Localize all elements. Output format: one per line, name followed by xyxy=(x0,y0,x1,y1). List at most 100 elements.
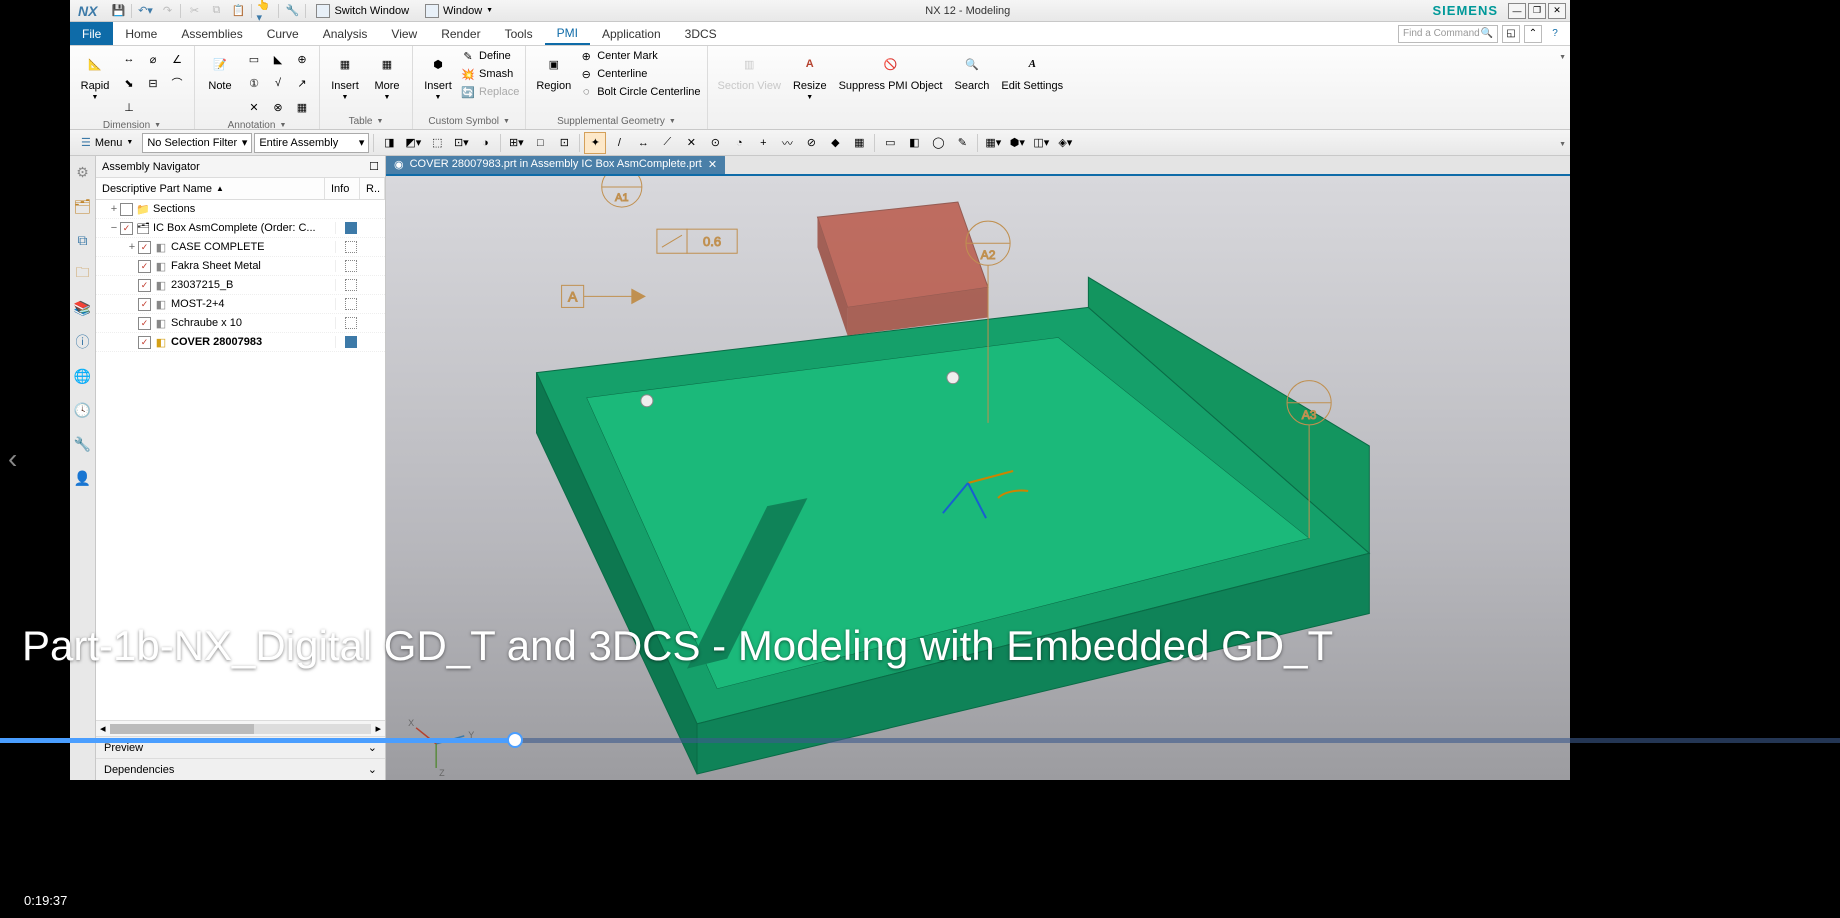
find-command-input[interactable]: Find a Command 🔍 xyxy=(1398,25,1498,43)
center-mark-button[interactable]: ⊕Center Mark xyxy=(579,48,700,64)
selection-filter-dropdown[interactable]: No Selection Filter▾ xyxy=(142,133,252,153)
roles-tab[interactable]: 👤 xyxy=(73,468,93,488)
process-studio-tab[interactable]: 🔧 xyxy=(73,434,93,454)
tb-snap-quadrant[interactable]: ◔ xyxy=(728,132,750,154)
feature-control-frame-icon[interactable]: ▭ xyxy=(243,48,265,70)
constraint-navigator-tab[interactable]: ⧉ xyxy=(73,230,93,250)
tb-display-2[interactable]: ⬢▾ xyxy=(1006,132,1028,154)
edit-settings-button[interactable]: AEdit Settings xyxy=(997,48,1067,94)
tb-icon-1[interactable]: ◨ xyxy=(378,132,400,154)
undo-icon[interactable]: ↶▾ xyxy=(136,2,154,20)
define-symbol-button[interactable]: ✎Define xyxy=(461,48,519,64)
tb-snap-existing[interactable]: + xyxy=(752,132,774,154)
minimize-button[interactable]: — xyxy=(1508,3,1526,19)
rapid-dimension-button[interactable]: 📐 Rapid ▼ xyxy=(76,48,114,103)
more-table-button[interactable]: ▦ More ▼ xyxy=(368,48,406,103)
dropdown-icon[interactable]: ▼ xyxy=(376,118,383,125)
tree-row[interactable]: +✓◧CASE COMPLETE xyxy=(96,238,385,257)
tree-row[interactable]: ✓◧MOST-2+4 xyxy=(96,295,385,314)
checkbox[interactable]: ✓ xyxy=(138,298,151,311)
copy-icon[interactable]: ⧉ xyxy=(207,2,225,20)
angular-dim-icon[interactable]: ∠ xyxy=(166,48,188,70)
datum-target-icon[interactable]: ⊕ xyxy=(291,48,313,70)
smash-symbol-button[interactable]: 💥Smash xyxy=(461,66,519,82)
scroll-right-icon[interactable]: ▸ xyxy=(375,722,381,735)
ribbon-options-icon[interactable]: ▼ xyxy=(1559,54,1566,61)
tb-icon-6[interactable]: ⊞▾ xyxy=(505,132,527,154)
checkbox[interactable] xyxy=(120,203,133,216)
help-icon[interactable]: ? xyxy=(1546,25,1564,43)
insert-table-button[interactable]: ▦ Insert ▼ xyxy=(326,48,364,103)
arc-dim-icon[interactable]: ⌒ xyxy=(166,72,188,94)
tree-row[interactable]: ✓◧Fakra Sheet Metal xyxy=(96,257,385,276)
redo-icon[interactable]: ↷ xyxy=(158,2,176,20)
tb-view-2[interactable]: ◧ xyxy=(903,132,925,154)
menu-analysis[interactable]: Analysis xyxy=(311,22,380,45)
part-navigator-tab[interactable]: 🗀 xyxy=(73,264,93,284)
tb-snap-intersection[interactable]: ✕ xyxy=(680,132,702,154)
carousel-prev-button[interactable]: ‹ xyxy=(8,443,17,475)
scope-filter-dropdown[interactable]: Entire Assembly▾ xyxy=(254,133,369,153)
tb-snap-general[interactable]: ✦ xyxy=(584,132,606,154)
video-progress-bar[interactable] xyxy=(0,738,1840,743)
web-browser-tab[interactable]: 🌐 xyxy=(73,366,93,386)
close-tab-icon[interactable]: ✕ xyxy=(708,158,717,171)
dropdown-icon[interactable]: ▼ xyxy=(669,118,676,125)
checkbox[interactable]: ✓ xyxy=(138,279,151,292)
switch-window-button[interactable]: Switch Window xyxy=(310,4,415,18)
tb-display-1[interactable]: ▦▾ xyxy=(982,132,1004,154)
restore-ribbon-icon[interactable]: ◱ xyxy=(1502,25,1520,43)
tb-icon-3[interactable]: ⬚ xyxy=(426,132,448,154)
dropdown-icon[interactable]: ▼ xyxy=(279,122,286,129)
tb-icon-4[interactable]: ⊡▾ xyxy=(450,132,472,154)
toolbar-options-icon[interactable]: ▼ xyxy=(1559,141,1566,148)
render-settings-icon[interactable]: 🔧 xyxy=(283,2,301,20)
menu-render[interactable]: Render xyxy=(429,22,492,45)
checkbox[interactable]: ✓ xyxy=(120,222,133,235)
tb-view-1[interactable]: ▭ xyxy=(879,132,901,154)
tree-row[interactable]: −✓🗂IC Box AsmComplete (Order: C... xyxy=(96,219,385,238)
touch-mode-icon[interactable]: 👆▾ xyxy=(256,2,274,20)
section-view-button[interactable]: ▥Section View xyxy=(714,48,785,94)
menu-view[interactable]: View xyxy=(379,22,429,45)
note-button[interactable]: 📝 Note xyxy=(201,48,239,94)
tb-snap-endpoint[interactable]: / xyxy=(608,132,630,154)
linear-dim-icon[interactable]: ↔ xyxy=(118,48,140,70)
search-button[interactable]: 🔍Search xyxy=(951,48,994,94)
menu-tools[interactable]: Tools xyxy=(493,22,545,45)
menu-application[interactable]: Application xyxy=(590,22,673,45)
pin-icon[interactable]: ☐ xyxy=(369,160,379,173)
graphics-viewport[interactable]: ◉ COVER 28007983.prt in Assembly IC Box … xyxy=(386,156,1570,780)
tb-display-3[interactable]: ◫▾ xyxy=(1030,132,1052,154)
insert-symbol-button[interactable]: ⬢ Insert ▼ xyxy=(419,48,457,103)
radial-dim-icon[interactable]: ⌀ xyxy=(142,48,164,70)
checkbox[interactable]: ✓ xyxy=(138,336,151,349)
restore-button[interactable]: ❐ xyxy=(1528,3,1546,19)
menu-curve[interactable]: Curve xyxy=(255,22,311,45)
history-tab[interactable]: 🕓 xyxy=(73,400,93,420)
tree-row[interactable]: ✓◧COVER 28007983 xyxy=(96,333,385,352)
thickness-dim-icon[interactable]: ⊟ xyxy=(142,72,164,94)
tb-icon-7[interactable]: □ xyxy=(529,132,551,154)
menu-pmi[interactable]: PMI xyxy=(545,22,590,45)
dropdown-icon[interactable]: ▼ xyxy=(503,118,510,125)
gear-icon[interactable]: ⚙ xyxy=(73,162,93,182)
suppress-button[interactable]: 🚫Suppress PMI Object xyxy=(835,48,947,94)
col-header-info[interactable]: Info xyxy=(325,178,360,199)
hatch-icon[interactable]: ▦ xyxy=(291,96,313,118)
tb-snap-arc-center[interactable]: ⊙ xyxy=(704,132,726,154)
paste-icon[interactable]: 📋 xyxy=(229,2,247,20)
window-menu-button[interactable]: Window ▼ xyxy=(419,4,499,18)
dependencies-section[interactable]: Dependencies ⌄ xyxy=(96,758,385,780)
document-tab[interactable]: ◉ COVER 28007983.prt in Assembly IC Box … xyxy=(386,156,725,174)
checkbox[interactable]: ✓ xyxy=(138,317,151,330)
tb-snap-control[interactable]: ⟋ xyxy=(656,132,678,154)
save-icon[interactable]: 💾 xyxy=(109,2,127,20)
tb-snap-tangent[interactable]: ⊘ xyxy=(800,132,822,154)
close-button[interactable]: ✕ xyxy=(1548,3,1566,19)
centerline-button[interactable]: ⊖Centerline xyxy=(579,66,700,82)
menu-file[interactable]: File xyxy=(70,22,113,45)
full-screen-icon[interactable]: ⌃ xyxy=(1524,25,1542,43)
hd3d-tab[interactable]: ⓘ xyxy=(73,332,93,352)
expander-icon[interactable]: − xyxy=(108,222,120,234)
